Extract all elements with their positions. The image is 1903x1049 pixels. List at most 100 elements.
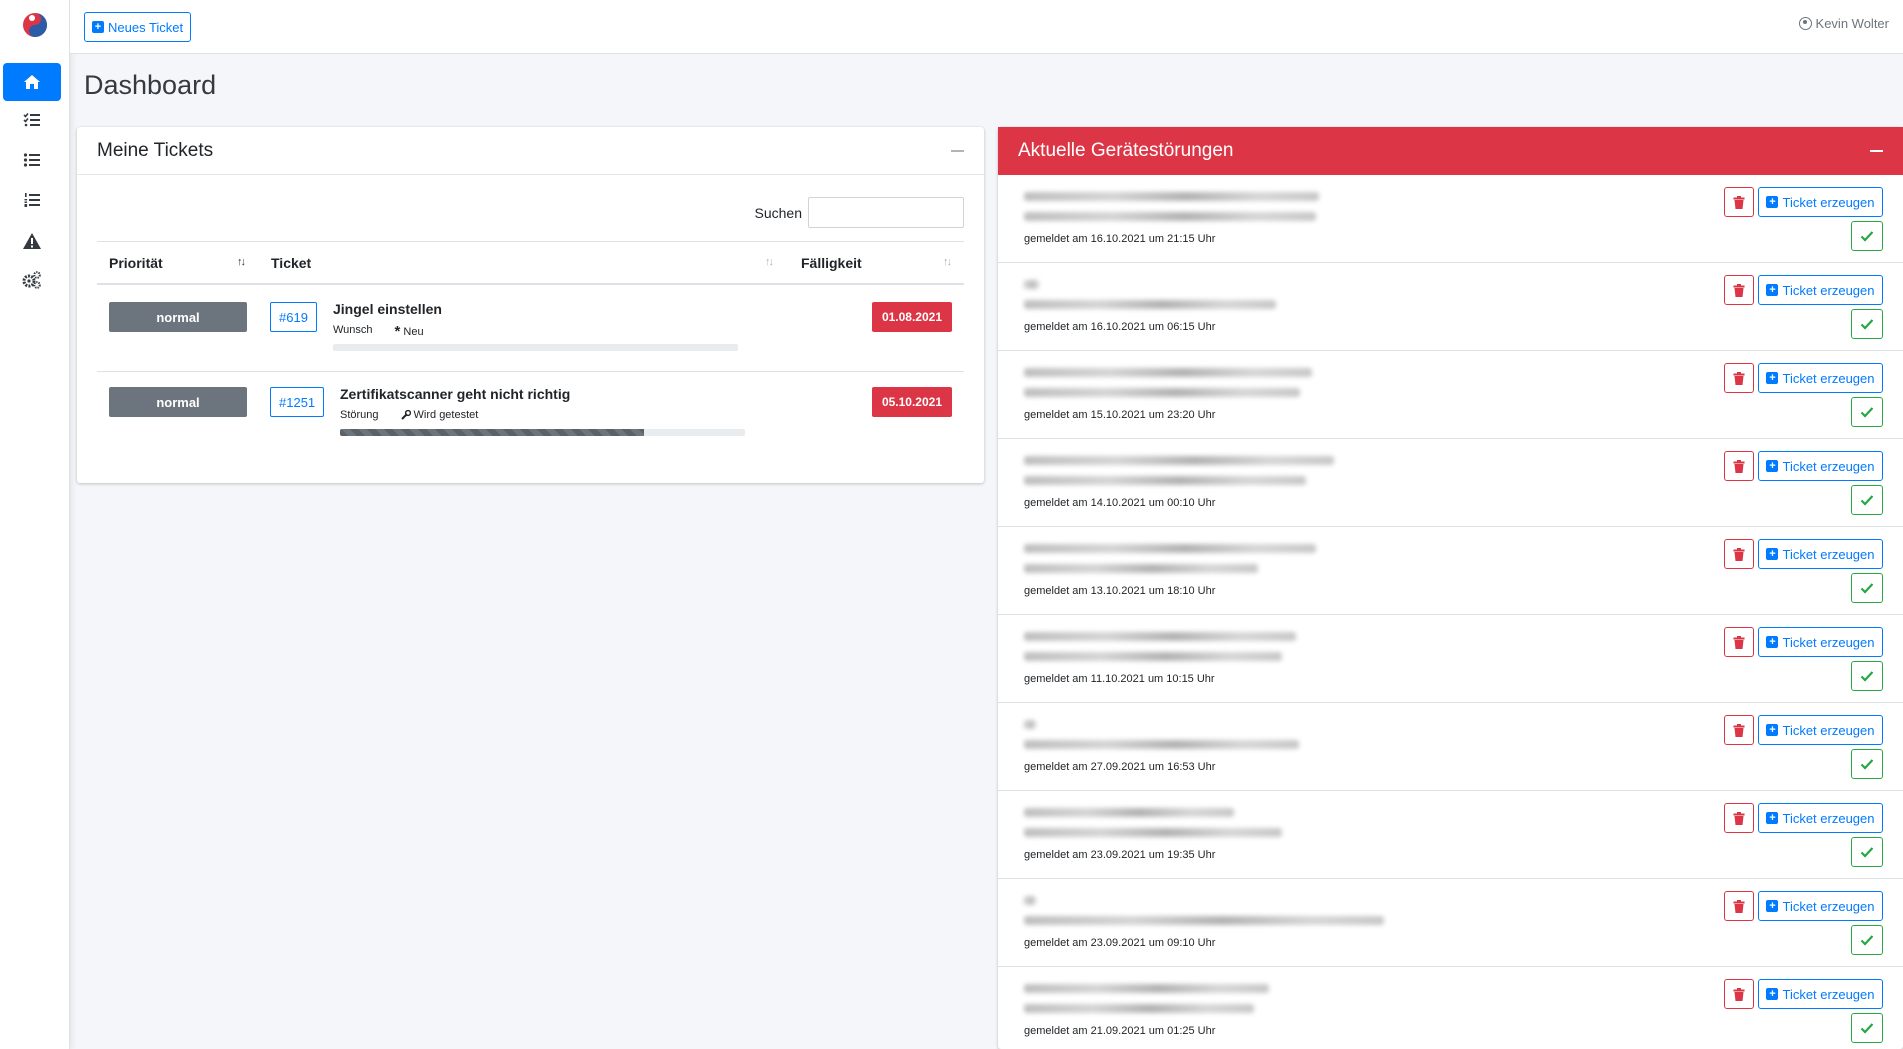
ticket-status: * Neu — [395, 324, 424, 339]
redacted-fault-description — [1024, 916, 1384, 925]
table-row[interactable]: normal #619 Jingel einstellen Wunsch * N… — [97, 287, 964, 371]
nav-ordered-list[interactable] — [3, 181, 61, 219]
redacted-device-name — [1024, 896, 1036, 905]
check-icon — [1860, 847, 1874, 858]
acknowledge-button[interactable] — [1851, 1013, 1883, 1043]
sort-icon[interactable]: ↑↓ — [943, 256, 952, 268]
delete-button[interactable] — [1724, 715, 1754, 745]
ticket-type: Wunsch — [333, 324, 373, 336]
acknowledge-button[interactable] — [1851, 397, 1883, 427]
collapse-icon[interactable] — [951, 150, 964, 152]
fault-item: gemeldet am 13.10.2021 um 18:10 Uhr + Tick… — [998, 527, 1903, 615]
reported-timestamp: gemeldet am 16.10.2021 um 06:15 Uhr — [1024, 321, 1216, 333]
trash-icon — [1733, 811, 1745, 825]
fault-item: gemeldet am 23.09.2021 um 19:35 Uhr + Tick… — [998, 791, 1903, 879]
create-ticket-button[interactable]: + Ticket erzeugen — [1758, 979, 1883, 1009]
redacted-fault-description — [1024, 828, 1282, 837]
acknowledge-button[interactable] — [1851, 749, 1883, 779]
top-navbar: + Neues Ticket Kevin Wolter — [70, 0, 1903, 54]
user-menu[interactable]: Kevin Wolter — [1798, 16, 1889, 31]
ticket-id-link[interactable]: #619 — [270, 302, 317, 332]
check-icon — [1860, 231, 1874, 242]
delete-button[interactable] — [1724, 979, 1754, 1009]
fault-item: gemeldet am 23.09.2021 um 09:10 Uhr + Tick… — [998, 879, 1903, 967]
table-search: Suchen — [755, 197, 964, 228]
app-logo[interactable] — [20, 10, 50, 40]
plus-square-icon: + — [1766, 988, 1779, 1000]
create-ticket-button[interactable]: + Ticket erzeugen — [1758, 891, 1883, 921]
column-header-ticket[interactable]: Ticket — [271, 255, 311, 271]
create-ticket-button[interactable]: + Ticket erzeugen — [1758, 363, 1883, 393]
delete-button[interactable] — [1724, 187, 1754, 217]
sort-asc-icon[interactable]: ↑↓ — [237, 256, 246, 268]
ticket-title[interactable]: Zertifikatscanner geht nicht richtig — [340, 386, 570, 402]
plus-square-icon: + — [1766, 372, 1779, 384]
create-ticket-button[interactable]: + Ticket erzeugen — [1758, 451, 1883, 481]
create-ticket-button[interactable]: + Ticket erzeugen — [1758, 275, 1883, 305]
nav-home[interactable] — [3, 63, 61, 101]
acknowledge-button[interactable] — [1851, 837, 1883, 867]
create-ticket-button[interactable]: + Ticket erzeugen — [1758, 539, 1883, 569]
create-ticket-label: Ticket erzeugen — [1782, 898, 1875, 914]
redacted-device-name — [1024, 984, 1269, 993]
reported-timestamp: gemeldet am 15.10.2021 um 23:20 Uhr — [1024, 409, 1216, 421]
delete-button[interactable] — [1724, 539, 1754, 569]
acknowledge-button[interactable] — [1851, 221, 1883, 251]
column-header-due[interactable]: Fälligkeit — [801, 255, 862, 271]
create-ticket-label: Ticket erzeugen — [1782, 986, 1875, 1002]
create-ticket-label: Ticket erzeugen — [1782, 282, 1875, 298]
trash-icon — [1733, 723, 1745, 737]
search-label: Suchen — [754, 204, 802, 221]
create-ticket-button[interactable]: + Ticket erzeugen — [1758, 187, 1883, 217]
redacted-device-name — [1024, 720, 1036, 729]
search-input[interactable] — [808, 197, 964, 228]
nav-list[interactable] — [3, 141, 61, 179]
ticket-status-label: Neu — [403, 325, 424, 338]
trash-icon — [1733, 899, 1745, 913]
delete-button[interactable] — [1724, 451, 1754, 481]
ticket-id-link[interactable]: #1251 — [270, 387, 325, 417]
column-header-priority[interactable]: Priorität — [109, 255, 163, 271]
delete-button[interactable] — [1724, 363, 1754, 393]
redacted-device-name — [1024, 280, 1039, 289]
delete-button[interactable] — [1724, 627, 1754, 657]
check-icon — [1860, 583, 1874, 594]
create-ticket-button[interactable]: + Ticket erzeugen — [1758, 715, 1883, 745]
create-ticket-button[interactable]: + Ticket erzeugen — [1758, 627, 1883, 657]
fault-item: gemeldet am 14.10.2021 um 00:10 Uhr + Tick… — [998, 439, 1903, 527]
delete-button[interactable] — [1724, 891, 1754, 921]
table-row[interactable]: normal #1251 Zertifikatscanner geht nich… — [97, 371, 964, 455]
reported-timestamp: gemeldet am 13.10.2021 um 18:10 Uhr — [1024, 585, 1216, 597]
trash-icon — [1733, 371, 1745, 385]
check-icon — [1860, 671, 1874, 682]
acknowledge-button[interactable] — [1851, 661, 1883, 691]
nav-tasks[interactable] — [3, 101, 61, 139]
acknowledge-button[interactable] — [1851, 309, 1883, 339]
nav-warnings[interactable] — [3, 222, 61, 260]
check-icon — [1860, 1023, 1874, 1034]
sidebar — [0, 0, 70, 1049]
priority-badge: normal — [109, 302, 247, 332]
plus-square-icon: + — [1766, 284, 1779, 296]
acknowledge-button[interactable] — [1851, 485, 1883, 515]
sort-icon[interactable]: ↑↓ — [765, 256, 774, 268]
check-icon — [1860, 759, 1874, 770]
delete-button[interactable] — [1724, 275, 1754, 305]
create-ticket-button[interactable]: + Ticket erzeugen — [1758, 803, 1883, 833]
delete-button[interactable] — [1724, 803, 1754, 833]
cogs-icon — [22, 271, 41, 289]
collapse-icon[interactable] — [1870, 150, 1883, 152]
user-name: Kevin Wolter — [1815, 16, 1889, 31]
ticket-title[interactable]: Jingel einstellen — [333, 301, 442, 317]
new-ticket-button[interactable]: + Neues Ticket — [84, 12, 192, 42]
acknowledge-button[interactable] — [1851, 573, 1883, 603]
due-date-badge: 01.08.2021 — [871, 302, 952, 332]
acknowledge-button[interactable] — [1851, 925, 1883, 955]
trash-icon — [1733, 635, 1745, 649]
create-ticket-label: Ticket erzeugen — [1782, 546, 1875, 562]
fault-item: gemeldet am 15.10.2021 um 23:20 Uhr + Tick… — [998, 351, 1903, 439]
nav-settings[interactable] — [3, 261, 61, 299]
check-icon — [1860, 495, 1874, 506]
user-circle-icon — [1798, 17, 1812, 30]
asterisk-icon: * — [394, 323, 401, 340]
